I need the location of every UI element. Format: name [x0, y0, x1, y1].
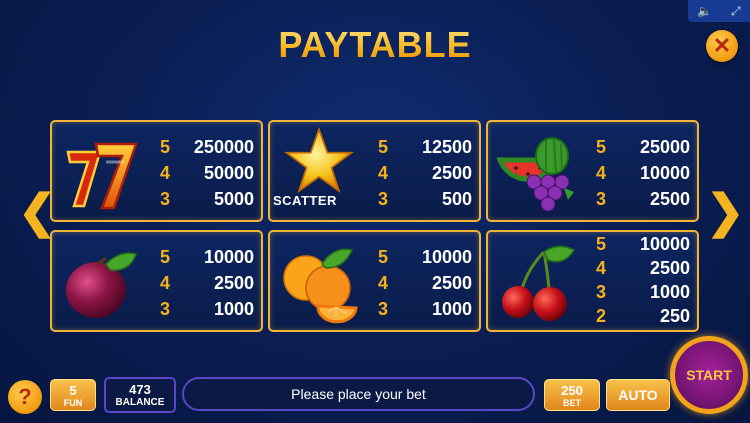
balance-display: 473 BALANCE: [104, 377, 176, 413]
paytable-card-plum: 5 10000 4 2500 3 1000: [50, 230, 263, 332]
orange-icon: [283, 248, 358, 324]
pay-row: 4 2500: [596, 257, 690, 278]
seven-icon: [66, 142, 138, 210]
pay-row: 3 500: [378, 188, 472, 209]
bet-selector[interactable]: 250 BET: [544, 379, 600, 411]
prev-page-arrow[interactable]: ❮: [18, 188, 57, 238]
paytable-card-orange: 5 10000 4 2500 3 1000: [268, 230, 481, 332]
plum-icon: [66, 252, 137, 318]
pay-row: 5 12500: [378, 136, 472, 157]
balance-label: BALANCE: [115, 397, 165, 408]
top-controls: 🔈 ⤢: [688, 0, 750, 22]
paytable-card-watermelon-grapes: 5 25000 4 10000 3 2500: [486, 120, 699, 222]
star-icon: [284, 126, 354, 194]
bet-label: BET: [563, 397, 581, 408]
balance-value: 473: [129, 382, 151, 397]
pay-row: 4 2500: [378, 272, 472, 293]
pay-row: 3 5000: [160, 188, 254, 209]
pay-row: 4 10000: [596, 162, 690, 183]
fun-label: FUN: [63, 397, 83, 408]
auto-button[interactable]: AUTO: [606, 379, 670, 411]
pay-row: 4 2500: [160, 272, 254, 293]
watermelon-grapes-icon: [496, 137, 574, 212]
cherry-icon: [502, 245, 576, 321]
paytable-card-seven: 5 250000 4 50000 3 5000: [50, 120, 263, 222]
pay-row: 2 250: [596, 305, 690, 326]
pay-row: 5 25000: [596, 136, 690, 157]
page-title: PAYTABLE: [0, 24, 750, 66]
status-message: Please place your bet: [182, 377, 535, 411]
fullscreen-icon[interactable]: ⤢: [731, 5, 741, 17]
bet-value: 250: [561, 382, 583, 398]
pay-row: 4 50000: [160, 162, 254, 183]
help-button[interactable]: ?: [8, 380, 42, 414]
pay-row: 5 10000: [160, 246, 254, 267]
pay-row: 5 10000: [596, 233, 690, 254]
pay-row: 3 2500: [596, 188, 690, 209]
start-button[interactable]: START: [670, 336, 748, 414]
paytable-card-scatter: SCATTER 5 12500 4 2500 3 500: [268, 120, 481, 222]
pay-row: 5 10000: [378, 246, 472, 267]
pay-row: 3 1000: [160, 298, 254, 319]
bottom-bar: ? 5 FUN 473 BALANCE Please place your be…: [0, 370, 750, 423]
close-button[interactable]: ✕: [706, 30, 738, 62]
fun-value: 5: [69, 382, 77, 398]
speaker-icon[interactable]: 🔈: [697, 5, 712, 17]
pay-row: 5 250000: [160, 136, 254, 157]
fun-counter[interactable]: 5 FUN: [50, 379, 96, 411]
next-page-arrow[interactable]: ❯: [706, 188, 745, 238]
pay-row: 3 1000: [596, 281, 690, 302]
pay-row: 4 2500: [378, 162, 472, 183]
paytable-card-cherry: 5 10000 4 2500 3 1000 2 250: [486, 230, 699, 332]
pay-row: 3 1000: [378, 298, 472, 319]
scatter-label: SCATTER: [273, 193, 337, 208]
